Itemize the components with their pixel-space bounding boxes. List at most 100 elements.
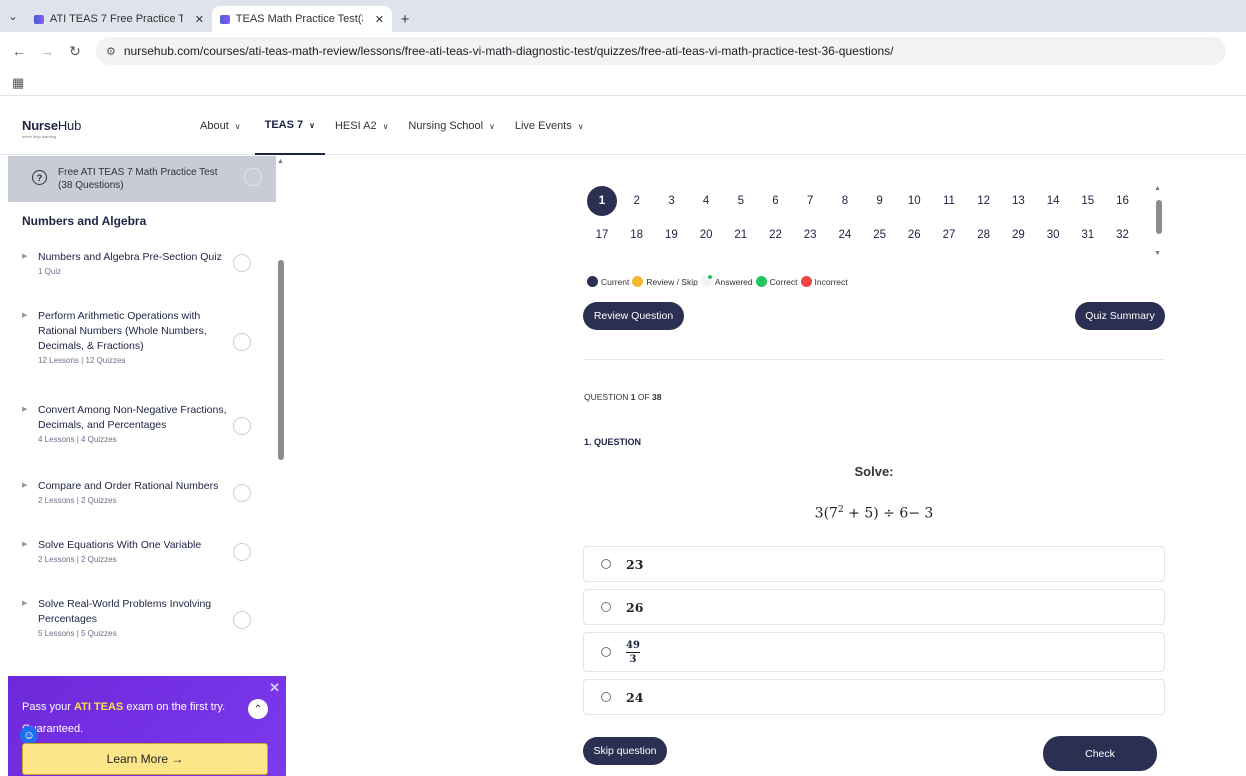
question-number-1[interactable]: 1 <box>587 186 617 216</box>
learn-more-button[interactable]: Learn More → <box>22 743 268 775</box>
expand-arrow-icon[interactable]: ▶ <box>22 311 27 319</box>
question-number-10[interactable]: 10 <box>899 186 929 216</box>
question-number-25[interactable]: 25 <box>865 220 895 250</box>
nav-label: Nursing School <box>408 120 484 132</box>
tab-title: ATI TEAS 7 Free Practice Tests ( <box>49 13 183 25</box>
url-field[interactable]: ⚙ nursehub.com/courses/ati-teas-math-rev… <box>96 37 1226 65</box>
close-icon[interactable]: ✕ <box>269 680 280 696</box>
sidebar-item-meta: 2 Lessons | 2 Quizzes <box>38 555 117 564</box>
question-number-5[interactable]: 5 <box>726 186 756 216</box>
legend-label: Correct <box>769 276 798 287</box>
question-number-18[interactable]: 18 <box>622 220 652 250</box>
question-number-19[interactable]: 19 <box>656 220 686 250</box>
question-number-31[interactable]: 31 <box>1073 220 1103 250</box>
browser-tab-teas-math[interactable]: TEAS Math Practice Test(38 Qu ✕ <box>212 6 392 32</box>
scroll-up-icon[interactable]: ▲ <box>1154 185 1161 192</box>
sidebar-item-title: Solve Real-World Problems Involving Perc… <box>38 598 212 625</box>
close-tab-icon[interactable]: ✕ <box>375 13 384 26</box>
expand-arrow-icon[interactable]: ▶ <box>22 481 27 489</box>
answer-option[interactable]: 26 <box>583 589 1165 625</box>
question-number-11[interactable]: 11 <box>934 186 964 216</box>
question-number-15[interactable]: 15 <box>1073 186 1103 216</box>
sidebar-scrollbar[interactable]: ▲ <box>276 156 286 676</box>
close-tab-icon[interactable]: ✕ <box>195 13 204 26</box>
question-number-23[interactable]: 23 <box>795 220 825 250</box>
apps-grid-icon[interactable]: ▦ <box>12 75 24 91</box>
question-number-24[interactable]: 24 <box>830 220 860 250</box>
answer-option[interactable]: 23 <box>583 546 1165 582</box>
scrollbar-thumb[interactable] <box>278 260 284 460</box>
sidebar-item[interactable]: ▶ Convert Among Non-Negative Fractions, … <box>22 403 262 444</box>
sidebar-item[interactable]: ▶ Solve Real-World Problems Involving Pe… <box>22 597 262 638</box>
scroll-up-icon[interactable]: ▲ <box>277 158 284 165</box>
expand-arrow-icon[interactable]: ▶ <box>22 405 27 413</box>
question-number-14[interactable]: 14 <box>1038 186 1068 216</box>
expand-arrow-icon[interactable]: ▶ <box>22 599 27 607</box>
sidebar-item-meta: 4 Lessons | 4 Quizzes <box>38 435 117 444</box>
radio-button[interactable] <box>601 602 611 612</box>
back-arrow-icon[interactable]: ← <box>12 43 26 59</box>
question-number-26[interactable]: 26 <box>899 220 929 250</box>
question-number-29[interactable]: 29 <box>1003 220 1033 250</box>
nav-live-events[interactable]: Live Events ∨ <box>505 97 594 155</box>
answer-option[interactable]: 24 <box>583 679 1165 715</box>
nav-nursing-school[interactable]: Nursing School ∨ <box>398 97 504 155</box>
question-number-27[interactable]: 27 <box>934 220 964 250</box>
nav-teas7[interactable]: TEAS 7 ∨ <box>254 97 325 155</box>
sidebar-item[interactable]: ▶ Numbers and Algebra Pre-Section Quiz 1… <box>22 250 262 276</box>
question-number-30[interactable]: 30 <box>1038 220 1068 250</box>
expand-arrow-icon[interactable]: ▶ <box>22 540 27 548</box>
legend-label: Current <box>601 276 630 287</box>
question-number-8[interactable]: 8 <box>830 186 860 216</box>
question-number-7[interactable]: 7 <box>795 186 825 216</box>
completion-circle-icon <box>233 543 251 561</box>
sidebar-item[interactable]: ▶ Compare and Order Rational Numbers 2 L… <box>22 479 262 505</box>
nursehub-logo[interactable]: NurseHub never stop learning <box>22 117 81 139</box>
chevron-up-icon[interactable]: ⌃ <box>248 699 268 719</box>
question-number-16[interactable]: 16 <box>1108 186 1138 216</box>
review-question-button[interactable]: Review Question <box>583 302 684 330</box>
question-number-12[interactable]: 12 <box>969 186 999 216</box>
question-number-17[interactable]: 17 <box>587 220 617 250</box>
question-number-20[interactable]: 20 <box>691 220 721 250</box>
browser-tab-teas-practice-tests[interactable]: ATI TEAS 7 Free Practice Tests ( ✕ <box>26 6 212 32</box>
question-number-21[interactable]: 21 <box>726 220 756 250</box>
answer-option[interactable]: 49 3 <box>583 632 1165 672</box>
question-nav-scrollbar[interactable]: ▲ ▼ <box>1152 185 1164 262</box>
chevron-down-icon: ∨ <box>382 121 389 131</box>
question-number-28[interactable]: 28 <box>969 220 999 250</box>
tab-search-icon[interactable]: ⌄ <box>0 0 26 32</box>
question-prompt: Solve: <box>854 464 894 479</box>
sidebar-item[interactable]: ▶ Perform Arithmetic Operations with Rat… <box>22 309 262 365</box>
radio-button[interactable] <box>601 647 611 657</box>
sidebar-item-meta: 12 Lessons | 12 Quizzes <box>38 356 126 365</box>
question-number-2[interactable]: 2 <box>622 186 652 216</box>
radio-button[interactable] <box>601 559 611 569</box>
forward-arrow-icon[interactable]: → <box>40 43 54 59</box>
scroll-down-icon[interactable]: ▼ <box>1154 250 1161 257</box>
question-number-22[interactable]: 22 <box>761 220 791 250</box>
nav-about[interactable]: About ∨ <box>190 97 251 155</box>
scrollbar-thumb[interactable] <box>1156 200 1162 234</box>
question-number-32[interactable]: 32 <box>1108 220 1138 250</box>
accessibility-icon[interactable]: ☺ <box>20 726 38 744</box>
expand-arrow-icon[interactable]: ▶ <box>22 252 27 260</box>
question-number-9[interactable]: 9 <box>865 186 895 216</box>
nav-label: TEAS 7 <box>264 119 304 131</box>
question-number-4[interactable]: 4 <box>691 186 721 216</box>
site-info-icon[interactable]: ⚙ <box>106 45 116 58</box>
legend-label: Answered <box>714 276 753 287</box>
question-number-6[interactable]: 6 <box>761 186 791 216</box>
sidebar-item[interactable]: ▶ Solve Equations With One Variable 2 Le… <box>22 538 262 564</box>
radio-button[interactable] <box>601 692 611 702</box>
sidebar-current-quiz[interactable]: ? Free ATI TEAS 7 Math Practice Test (38… <box>8 156 276 202</box>
reload-icon[interactable]: ↻ <box>68 43 82 60</box>
question-number-13[interactable]: 13 <box>1003 186 1033 216</box>
check-button[interactable]: Check <box>1043 736 1157 771</box>
sidebar-section-heading: Numbers and Algebra <box>22 214 147 228</box>
nav-hesi-a2[interactable]: HESI A2 ∨ <box>325 97 398 155</box>
question-number-3[interactable]: 3 <box>656 186 686 216</box>
skip-question-button[interactable]: Skip question <box>583 737 667 765</box>
quiz-summary-button[interactable]: Quiz Summary <box>1075 302 1165 330</box>
new-tab-icon[interactable]: + <box>392 6 418 32</box>
